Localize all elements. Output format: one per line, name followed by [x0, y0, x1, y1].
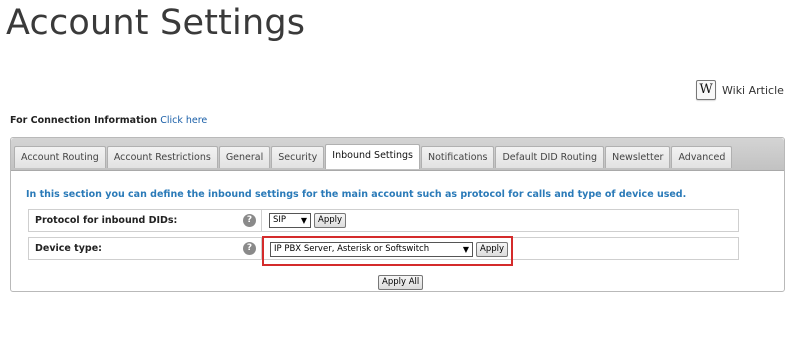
tab-account-restrictions[interactable]: Account Restrictions [106, 146, 218, 168]
tab-security[interactable]: Security [271, 146, 325, 168]
protocol-select[interactable]: SIP ▼ [269, 213, 311, 228]
settings-panel: Account Routing Account Restrictions Gen… [10, 137, 785, 292]
connection-info-link[interactable]: Click here [160, 115, 207, 126]
tab-general[interactable]: General [218, 146, 271, 168]
tab-notifications[interactable]: Notifications [421, 146, 495, 168]
protocol-select-value: SIP [273, 215, 287, 225]
connection-info: For Connection Information Click here [10, 115, 207, 126]
protocol-label: Protocol for inbound DIDs: [35, 215, 178, 226]
tab-default-did-routing[interactable]: Default DID Routing [495, 146, 605, 168]
tab-account-routing[interactable]: Account Routing [14, 146, 106, 168]
section-description: In this section you can define the inbou… [26, 189, 687, 200]
wikipedia-icon: W [696, 80, 716, 100]
help-circle-icon[interactable]: ? [243, 242, 256, 255]
protocol-apply-button[interactable]: Apply [314, 213, 346, 228]
row-divider [261, 210, 262, 231]
connection-info-label: For Connection Information [10, 115, 158, 126]
chevron-down-icon: ▼ [300, 216, 307, 225]
tab-newsletter[interactable]: Newsletter [605, 146, 671, 168]
tab-advanced[interactable]: Advanced [671, 146, 733, 168]
help-circle-icon[interactable]: ? [243, 214, 256, 227]
device-type-label: Device type: [35, 243, 102, 254]
highlight-box [262, 236, 513, 266]
tabs: Account Routing Account Restrictions Gen… [14, 144, 733, 169]
page-title: Account Settings [6, 3, 306, 43]
tab-bar: Account Routing Account Restrictions Gen… [11, 138, 784, 171]
tab-inbound-settings[interactable]: Inbound Settings [325, 144, 421, 169]
apply-all-button[interactable]: Apply All [378, 275, 424, 290]
wiki-article-label: Wiki Article [722, 83, 784, 97]
protocol-row: Protocol for inbound DIDs: ? SIP ▼ Apply [28, 209, 739, 232]
wiki-article-link[interactable]: W Wiki Article [696, 80, 784, 100]
